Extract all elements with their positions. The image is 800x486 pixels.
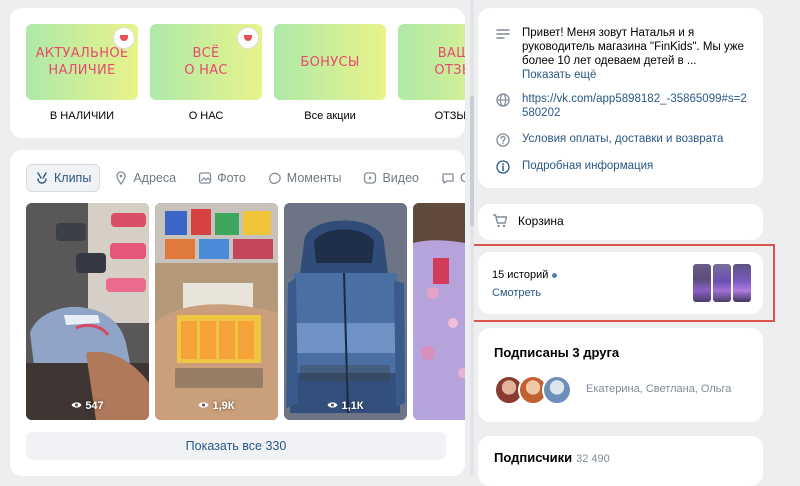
- show-all-clips-button[interactable]: Показать все 330: [26, 432, 446, 460]
- shop-logo-icon: [237, 27, 259, 49]
- clip-views-count: 1,1К: [341, 400, 364, 412]
- tab-label: Видео: [382, 171, 419, 185]
- photo-icon: [198, 171, 212, 185]
- video-icon: [363, 171, 377, 185]
- tab-photos[interactable]: Фото: [190, 165, 254, 191]
- clip-views-count: 547: [85, 400, 104, 412]
- tab-moments[interactable]: Моменты: [260, 165, 350, 191]
- globe-icon: [496, 93, 512, 120]
- avatar[interactable]: [542, 375, 572, 405]
- clip-thumbnail[interactable]: 1,9К: [155, 203, 278, 420]
- community-description: Привет! Меня зовут Наталья и я руководит…: [522, 26, 748, 82]
- website-link[interactable]: https://vk.com/app5898182_-35865099#s=25…: [522, 92, 748, 120]
- eye-icon: [327, 400, 338, 412]
- description-icon: [496, 27, 512, 82]
- menu-tile-label: О НАС: [188, 110, 224, 122]
- menu-tile-bonuses[interactable]: БОНУСЫ Все акции: [274, 24, 386, 122]
- eye-icon: [198, 400, 209, 412]
- scrollbar-thumb[interactable]: [470, 96, 474, 226]
- menu-card: АКТУАЛЬНОЕ НАЛИЧИЕ В НАЛИЧИИ ВСЁ О НАС О…: [10, 8, 465, 138]
- tab-video[interactable]: Видео: [355, 165, 427, 191]
- terms-link[interactable]: Условия оплаты, доставки и возврата: [522, 132, 723, 152]
- tab-label: Моменты: [286, 171, 342, 185]
- clip-image: [155, 203, 278, 420]
- description-text: Привет! Меня зовут Наталья и я руководит…: [522, 27, 744, 67]
- clips-card: Клипы Адреса Фото Моменты Видео О 547 1,…: [10, 150, 465, 476]
- followers-label: Подписчики: [494, 450, 573, 465]
- clip-image: [413, 203, 465, 420]
- menu-tile-in-stock[interactable]: АКТУАЛЬНОЕ НАЛИЧИЕ В НАЛИЧИИ: [26, 24, 138, 122]
- tile-image-text: АКТУАЛЬНОЕ НАЛИЧИЕ: [35, 46, 129, 78]
- media-tabs: Клипы Адреса Фото Моменты Видео О: [26, 164, 465, 192]
- menu-tile-image: АКТУАЛЬНОЕ НАЛИЧИЕ: [26, 24, 138, 100]
- clip-thumbnail[interactable]: 1,1К: [284, 203, 407, 420]
- chat-icon: [441, 171, 455, 185]
- show-more-link[interactable]: Показать ещё: [522, 69, 596, 81]
- details-link[interactable]: Подробная информация: [522, 159, 653, 179]
- tile-image-text: ВСЁ О НАС: [184, 46, 228, 78]
- clip-thumbnail[interactable]: 547: [26, 203, 149, 420]
- tab-label: Клипы: [54, 171, 92, 185]
- clip-views-count: 1,9К: [212, 400, 235, 412]
- cart-label: Корзина: [518, 214, 564, 228]
- followers-card[interactable]: Подписчики 32 490: [478, 436, 763, 486]
- info-card: Привет! Меня зовут Наталья и я руководит…: [478, 8, 763, 188]
- menu-tile-label: Все акции: [304, 110, 356, 122]
- clip-thumbnail[interactable]: [413, 203, 465, 420]
- menu-tile-label: В НАЛИЧИИ: [49, 110, 115, 122]
- clip-views: 547: [26, 400, 149, 412]
- clips-list: 547 1,9К 1,1К: [26, 203, 465, 420]
- followers-count: 32 490: [576, 453, 610, 465]
- cart-icon: [492, 214, 508, 228]
- shop-logo-icon: [113, 27, 135, 49]
- tile-image-text: ВАШ ОТЗЫ: [434, 46, 465, 78]
- menu-tile-image: ВАШ ОТЗЫ: [398, 24, 465, 100]
- location-pin-icon: [114, 171, 128, 185]
- tile-image-text: БОНУСЫ: [300, 54, 360, 70]
- followers-title: Подписчики 32 490: [494, 450, 610, 465]
- clip-image: [26, 203, 149, 420]
- tab-about[interactable]: Об: [433, 165, 465, 191]
- menu-tile-image: БОНУСЫ: [274, 24, 386, 100]
- info-icon: [496, 160, 512, 179]
- tab-label: Фото: [217, 171, 246, 185]
- tab-label: Адреса: [133, 171, 177, 185]
- friends-title: Подписаны 3 друга: [494, 345, 620, 360]
- clips-icon: [35, 171, 49, 185]
- scrollbar-track[interactable]: [470, 0, 474, 476]
- clip-image: [284, 203, 407, 420]
- clip-views: 1,9К: [155, 400, 278, 412]
- tab-clips[interactable]: Клипы: [26, 164, 101, 192]
- moments-icon: [268, 171, 282, 185]
- highlight-frame: [472, 244, 775, 322]
- tab-label: Об: [459, 171, 465, 185]
- friends-names[interactable]: Екатерина, Светлана, Ольга: [586, 383, 731, 395]
- menu-tile-image: ВСЁ О НАС: [150, 24, 262, 100]
- eye-icon: [71, 400, 82, 412]
- menu-tile-label: ОТЗЫВ: [434, 110, 465, 122]
- friends-avatars: [494, 375, 572, 405]
- menu-tile-about[interactable]: ВСЁ О НАС О НАС: [150, 24, 262, 122]
- clip-views: 1,1К: [284, 400, 407, 412]
- cart-card[interactable]: Корзина: [478, 204, 763, 240]
- tab-addresses[interactable]: Адреса: [106, 165, 184, 191]
- question-icon: [496, 133, 512, 152]
- menu-tile-reviews[interactable]: ВАШ ОТЗЫ ОТЗЫВ: [398, 24, 465, 122]
- friends-card: Подписаны 3 друга Екатерина, Светлана, О…: [478, 328, 763, 422]
